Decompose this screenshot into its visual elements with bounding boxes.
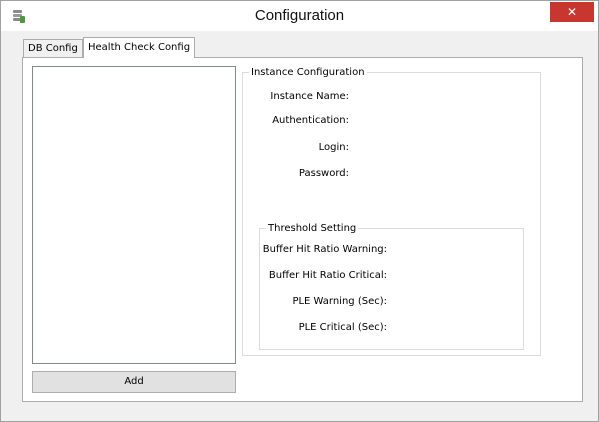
tab-db-config[interactable]: DB Config (23, 39, 83, 58)
health-check-config-panel: Add Instance Configuration Instance Name… (22, 57, 583, 402)
buffer-hit-ratio-warning-label: Buffer Hit Ratio Warning: (262, 244, 387, 255)
threshold-setting-group: Threshold Setting Buffer Hit Ratio Warni… (259, 222, 524, 350)
tab-label: DB Config (28, 43, 78, 54)
title-bar[interactable]: Configuration ✕ (1, 1, 598, 31)
ple-critical-label: PLE Critical (Sec): (298, 322, 387, 333)
password-label: Password: (298, 168, 349, 179)
group-title: Threshold Setting (266, 222, 359, 235)
ple-warning-label: PLE Warning (Sec): (292, 296, 387, 307)
close-button[interactable]: ✕ (550, 2, 594, 22)
add-button-label: Add (124, 376, 144, 387)
buffer-hit-ratio-critical-label: Buffer Hit Ratio Critical: (268, 270, 387, 281)
window-title: Configuration (254, 7, 345, 24)
tab-health-check-config[interactable]: Health Check Config (83, 37, 196, 58)
configuration-window: Configuration ✕ DB Config Health Check C… (0, 0, 599, 422)
tab-label: Health Check Config (88, 42, 191, 53)
add-button[interactable]: Add (32, 371, 236, 393)
instance-configuration-group: Instance Configuration Instance Name: Au… (242, 66, 541, 356)
close-icon: ✕ (566, 5, 578, 19)
login-label: Login: (318, 142, 349, 153)
instance-list[interactable] (32, 66, 236, 364)
instance-name-label: Instance Name: (270, 91, 349, 102)
authentication-label: Authentication: (272, 115, 349, 126)
group-title: Instance Configuration (249, 66, 367, 79)
